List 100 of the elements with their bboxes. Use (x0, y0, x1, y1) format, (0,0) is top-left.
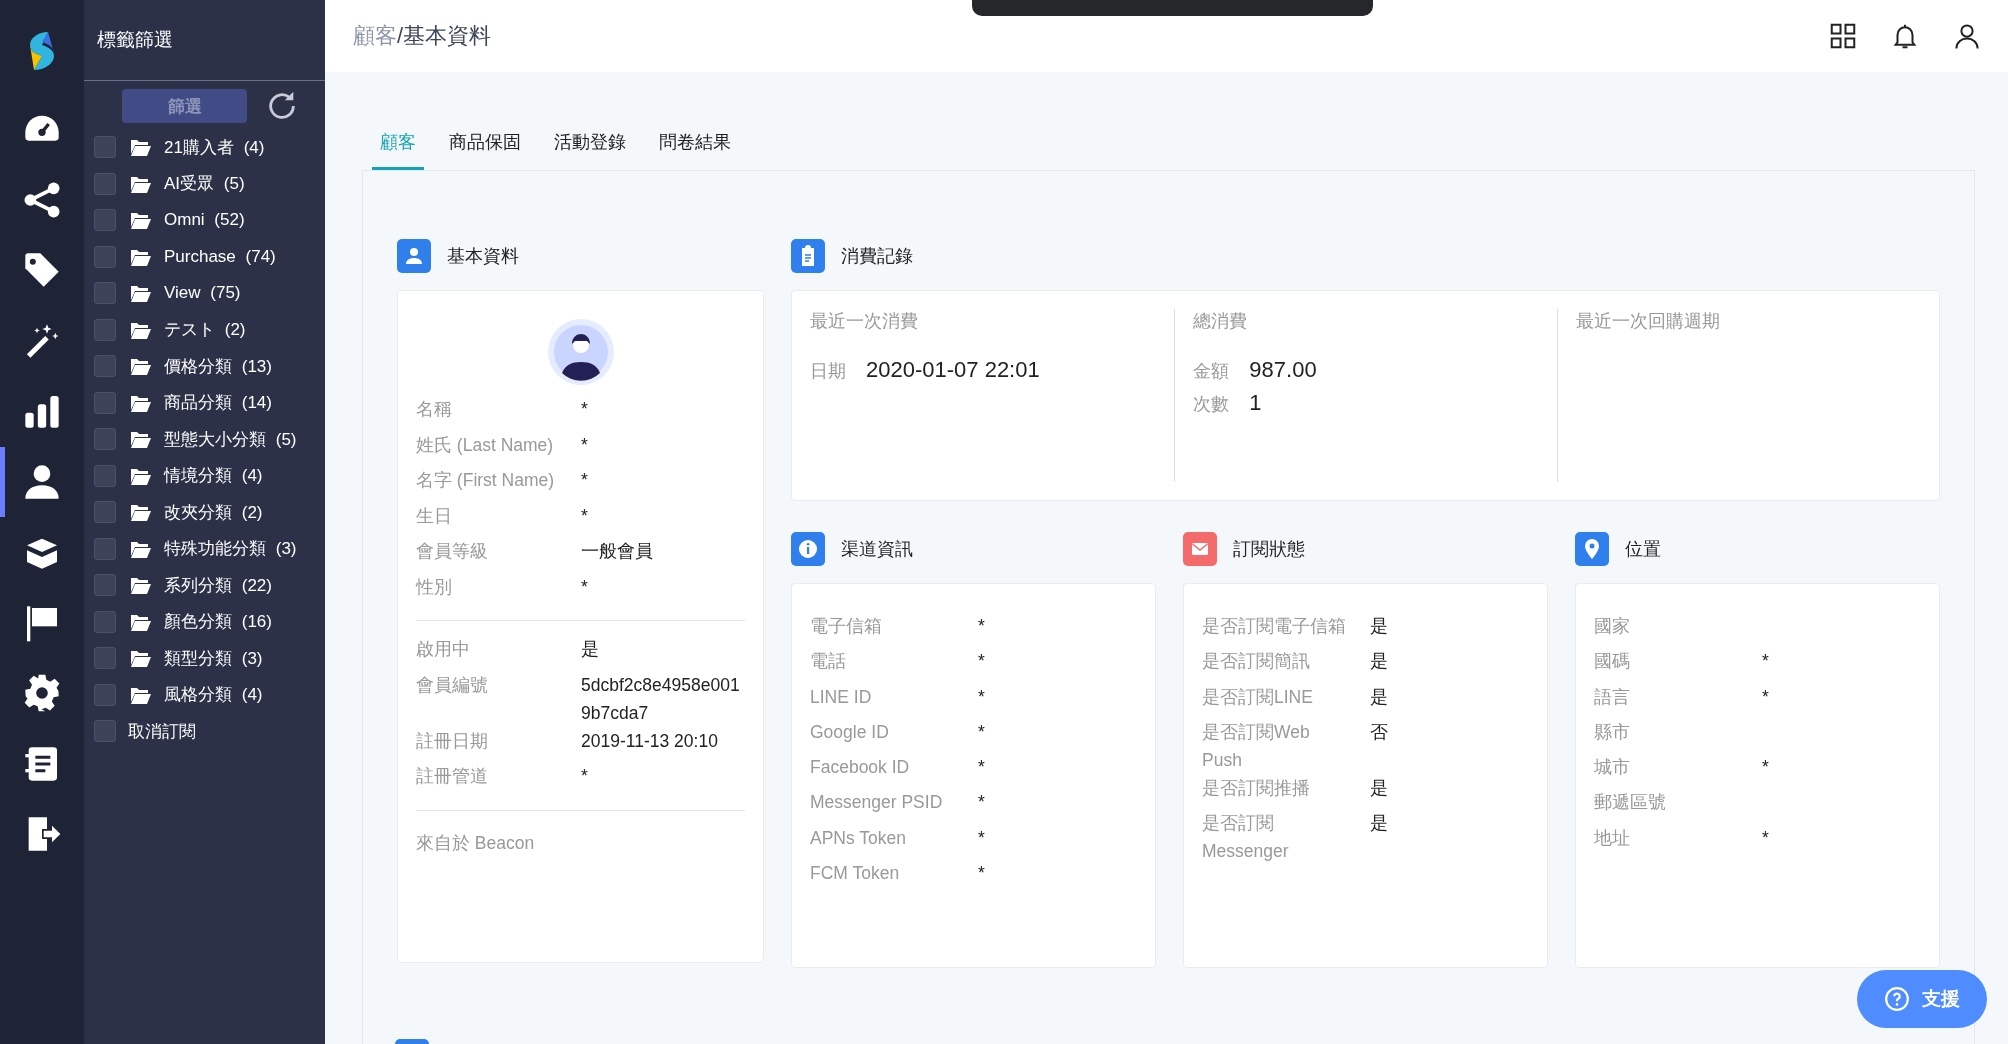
field-value: * (581, 433, 589, 457)
column-heading: 總消費 (1193, 310, 1249, 333)
field-value: 是 (1370, 685, 1389, 709)
field-label: 國碼 (1594, 650, 1631, 674)
apps-grid-icon[interactable] (1828, 21, 1858, 51)
field-label: 姓氏 (Last Name) (416, 433, 555, 457)
checkbox[interactable] (94, 428, 116, 451)
section-title: 渠道資訊 (841, 538, 913, 561)
field-value: * (581, 575, 589, 599)
field-label: APNs Token (810, 826, 907, 850)
tag-label[interactable]: 取消訂閱 (128, 719, 196, 743)
field-value: 2019-11-13 20:10 (581, 729, 719, 753)
tag-label[interactable]: 情境分類 (4) (164, 464, 263, 488)
checkbox[interactable] (94, 574, 116, 597)
folder-icon (130, 466, 152, 485)
checkbox[interactable] (94, 245, 116, 268)
field-label: 會員編號 (416, 673, 489, 697)
field-value: 是 (581, 638, 600, 661)
tag-label[interactable]: 類型分類 (3) (164, 646, 263, 670)
checkbox[interactable] (94, 282, 116, 305)
field-value: 2020-01-07 22:01 (866, 357, 1040, 383)
tag-label[interactable]: 改夾分類 (2) (164, 500, 263, 524)
field-label: 電子信箱 (810, 615, 883, 638)
location-pin-icon (1575, 532, 1609, 566)
folder-icon (130, 174, 152, 193)
checkbox[interactable] (94, 209, 116, 232)
tag-label[interactable]: テスト (2) (164, 318, 246, 342)
field-label: 是否訂閱 Messenger (1202, 812, 1290, 864)
tag-label[interactable]: 顏色分類 (16) (164, 610, 272, 634)
checkbox[interactable] (94, 464, 116, 487)
checkbox[interactable] (94, 683, 116, 706)
field-value: 一般會員 (581, 540, 654, 563)
field-value: * (581, 398, 589, 421)
breadcrumb-current: /基本資料 (397, 22, 492, 50)
panel-title: 標籤篩選 (97, 28, 173, 52)
checkbox[interactable] (94, 318, 116, 341)
field-value: * (978, 650, 986, 674)
field-label: 名稱 (416, 398, 453, 421)
checkbox[interactable] (94, 610, 116, 633)
field-label: FCM Token (810, 862, 901, 886)
field-value: * (978, 685, 986, 709)
tag-label[interactable]: 21購入者 (4) (164, 135, 265, 159)
section-title: 基本資料 (447, 245, 519, 268)
tag-label[interactable]: 風格分類 (4) (164, 683, 263, 707)
field-value: 是 (1370, 812, 1389, 836)
checkbox[interactable] (94, 501, 116, 524)
checkbox[interactable] (94, 391, 116, 414)
folder-icon (130, 576, 152, 595)
field-label: 縣市 (1594, 720, 1631, 744)
tag-label[interactable]: 特殊功能分類 (3) (164, 537, 297, 561)
folder-icon (130, 649, 152, 668)
checkbox[interactable] (94, 647, 116, 670)
field-value: 是 (1370, 776, 1389, 800)
tag-label[interactable]: Purchase (74) (164, 246, 276, 267)
checkbox[interactable] (94, 136, 116, 159)
tab[interactable]: 活動登錄 (546, 122, 634, 170)
field-value: * (1762, 650, 1770, 674)
field-value: * (978, 756, 986, 780)
checkbox[interactable] (94, 172, 116, 195)
folder-icon (130, 503, 152, 522)
tag-label[interactable]: 價格分類 (13) (164, 354, 272, 378)
field-value: 否 (1370, 720, 1389, 744)
field-value: * (978, 791, 986, 815)
column-heading: 最近一次回購週期 (1575, 310, 1721, 333)
field-label: 金額 (1193, 360, 1230, 383)
field-value: * (1762, 826, 1770, 850)
column-heading: 最近一次消費 (810, 310, 919, 333)
tag-label[interactable]: Omni (52) (164, 210, 245, 231)
tab[interactable]: 問卷結果 (651, 122, 739, 170)
field-label: Google ID (810, 720, 890, 744)
info-icon (791, 532, 825, 566)
field-label: 電話 (810, 650, 847, 674)
folder-icon (130, 284, 152, 303)
field-label: 國家 (1594, 615, 1631, 638)
tag-label[interactable]: View (75) (164, 283, 241, 304)
field-label: 是否訂閱電子信箱 (1202, 615, 1347, 638)
field-label: 啟用中 (416, 638, 471, 661)
tag-label[interactable]: AI受眾 (5) (164, 172, 245, 196)
tag-label[interactable]: 型態大小分類 (5) (164, 427, 297, 451)
field-label: 次數 (1193, 393, 1230, 416)
folder-icon (130, 539, 152, 558)
checkbox[interactable] (94, 537, 116, 560)
field-label: 是否訂閱推播 (1202, 776, 1311, 800)
folder-icon (130, 357, 152, 376)
tab[interactable]: 商品保固 (441, 122, 529, 170)
field-value: 是 (1370, 650, 1389, 674)
folder-icon (130, 393, 152, 412)
tag-label[interactable]: 商品分類 (14) (164, 391, 272, 415)
user-profile-icon[interactable] (1952, 21, 1982, 51)
folder-icon (130, 612, 152, 631)
tag-label[interactable]: 系列分類 (22) (164, 573, 272, 597)
field-label: 城市 (1594, 756, 1631, 780)
user-icon (397, 239, 431, 273)
field-label: 註冊管道 (416, 765, 489, 788)
checkbox[interactable] (94, 355, 116, 378)
field-label: Facebook ID (810, 756, 911, 780)
field-label: 是否訂閱Web Push (1202, 720, 1311, 772)
checkbox[interactable] (94, 720, 116, 743)
field-value: * (581, 504, 589, 528)
field-label: 生日 (416, 504, 453, 528)
